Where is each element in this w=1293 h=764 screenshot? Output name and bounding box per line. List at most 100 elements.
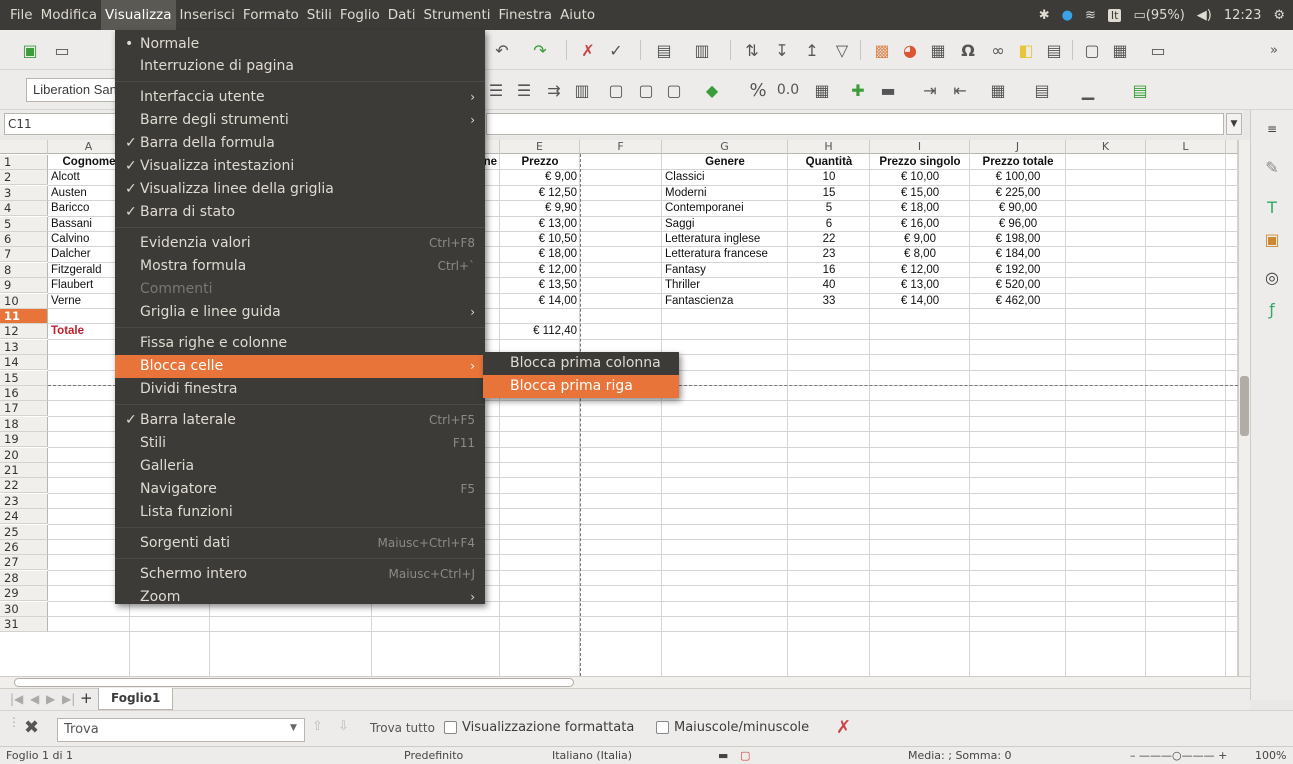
cell[interactable]: € 9,00 [503, 170, 577, 185]
select-all-corner[interactable] [0, 140, 48, 154]
redo-icon[interactable]: ↷ [528, 38, 552, 62]
cell[interactable]: € 90,00 [973, 201, 1063, 216]
horizontal-scrollbar[interactable] [0, 676, 1250, 688]
row-header[interactable]: 24 [0, 509, 48, 525]
find-replace-icon[interactable]: ✗ [836, 717, 851, 738]
cell[interactable]: € 225,00 [973, 186, 1063, 201]
percent-format-icon[interactable]: % [746, 78, 770, 102]
vertical-scrollbar[interactable] [1238, 140, 1250, 676]
sort-ascending-icon[interactable]: ↧ [770, 38, 794, 62]
gallery-icon[interactable]: ▣ [1261, 228, 1283, 250]
find-all-button[interactable]: Trova tutto [370, 721, 435, 735]
settings-gear-icon[interactable]: ⚙ [1273, 8, 1285, 23]
cell[interactable]: € 462,00 [973, 294, 1063, 309]
cell[interactable]: € 18,00 [873, 201, 967, 216]
row-header[interactable]: 13 [0, 339, 48, 355]
cell[interactable]: Letteratura inglese [665, 232, 785, 247]
column-header[interactable]: I [870, 140, 970, 154]
cell[interactable]: € 520,00 [973, 278, 1063, 293]
cell[interactable]: Prezzo singolo [873, 155, 967, 170]
cell[interactable]: € 10,50 [503, 232, 577, 247]
cell[interactable]: € 10,00 [873, 170, 967, 185]
cell[interactable]: € 192,00 [973, 263, 1063, 278]
row-header[interactable]: 29 [0, 586, 48, 602]
column-header[interactable]: E [500, 140, 580, 154]
page-break-view-item[interactable]: Interruzione di pagina [115, 55, 485, 78]
cell[interactable]: € 100,00 [973, 170, 1063, 185]
menu-foglio[interactable]: Foglio [336, 0, 384, 30]
cell[interactable]: € 12,50 [503, 186, 577, 201]
functions-icon[interactable]: ƒ [1261, 298, 1283, 320]
comment-icon[interactable]: ◧ [1014, 38, 1038, 62]
cell[interactable]: 10 [791, 170, 867, 185]
formatted-display-checkbox[interactable]: Visualizzazione formattata [444, 720, 634, 735]
keyboard-lang-badge[interactable]: It [1107, 8, 1122, 22]
freeze-first-row-item[interactable]: Blocca prima riga [483, 375, 679, 398]
wrap-text-icon[interactable]: ⇉ [542, 78, 566, 102]
menu-inserisci[interactable]: Inserisci [176, 0, 239, 30]
clear-formatting-icon[interactable]: ✗ [576, 38, 600, 62]
menu-file[interactable]: File [6, 0, 37, 30]
menu-stili[interactable]: Stili [303, 0, 336, 30]
align-right-icon[interactable]: ☰ [512, 78, 536, 102]
navigator-item[interactable]: Navigatore F5 [115, 478, 485, 501]
undo-icon[interactable]: ↶ [490, 38, 514, 62]
formula-bar-item[interactable]: ✓ Barra della formula [115, 132, 485, 155]
column-icon[interactable]: ▥ [690, 38, 714, 62]
cell[interactable]: € 13,00 [503, 217, 577, 232]
freeze-rows-columns-item[interactable]: Fissa righe e colonne [115, 332, 485, 355]
cell[interactable]: Fantasy [665, 263, 785, 278]
row-header[interactable]: 6 [0, 232, 48, 247]
column-header[interactable]: L [1146, 140, 1226, 154]
split-window-item[interactable]: Dividi finestra [115, 378, 485, 401]
toolbar-overflow-icon[interactable]: » [1262, 38, 1286, 62]
freeze-rows-columns-icon[interactable]: ▦ [1108, 38, 1132, 62]
horizontal-scroll-thumb[interactable] [14, 678, 574, 687]
row-header[interactable]: 16 [0, 386, 48, 401]
column-header[interactable]: K [1066, 140, 1146, 154]
row-header[interactable]: 22 [0, 478, 48, 494]
cell[interactable]: € 9,90 [503, 201, 577, 216]
last-sheet-icon[interactable]: ▶| [62, 692, 75, 706]
border-color-icon[interactable]: ▁ [1076, 78, 1100, 102]
open-folder-icon[interactable]: ▭ [50, 38, 74, 62]
view-headers-item[interactable]: ✓ Visualizza intestazioni [115, 155, 485, 178]
row-header[interactable]: 2 [0, 170, 48, 186]
currency-format-icon[interactable]: ◆ [700, 78, 724, 102]
cell[interactable]: 22 [791, 232, 867, 247]
menu-aiuto[interactable]: Aiuto [556, 0, 599, 30]
cell[interactable]: 5 [791, 201, 867, 216]
increase-indent-icon[interactable]: ⇥ [918, 78, 942, 102]
row-header[interactable]: 30 [0, 601, 48, 617]
add-decimal-icon[interactable]: ✚ [846, 78, 870, 102]
number-format-icon[interactable]: 0.0 [776, 78, 800, 102]
navigator-icon[interactable]: ◎ [1261, 266, 1283, 288]
close-findbar-icon[interactable]: ✖ [24, 717, 39, 738]
cell[interactable]: Prezzo totale [973, 155, 1063, 170]
row-header[interactable]: 11 [0, 309, 48, 324]
formatted-checkbox-box[interactable] [444, 721, 457, 734]
cell[interactable]: € 13,00 [873, 278, 967, 293]
cell[interactable]: € 13,50 [503, 278, 577, 293]
dropbox-icon[interactable]: ● [1062, 8, 1073, 23]
zoom-level[interactable]: 100% [1255, 747, 1286, 764]
name-box[interactable]: C11 [4, 113, 116, 135]
row-header[interactable]: 28 [0, 570, 48, 586]
sheet-tab-foglio1[interactable]: Foglio1 [98, 688, 174, 710]
value-highlighting-item[interactable]: Evidenzia valori Ctrl+F8 [115, 232, 485, 255]
show-formula-item[interactable]: Mostra formula Ctrl+` [115, 255, 485, 278]
column-header[interactable] [1226, 140, 1238, 154]
cell[interactable]: Letteratura francese [665, 247, 785, 262]
freeze-first-column-item[interactable]: Blocca prima colonna [483, 352, 679, 375]
page-style[interactable]: Predefinito [404, 747, 463, 764]
first-sheet-icon[interactable]: |◀ [10, 692, 23, 706]
row-header[interactable]: 9 [0, 278, 48, 294]
menu-strumenti[interactable]: Strumenti [419, 0, 494, 30]
split-window-icon[interactable]: ▭ [1146, 38, 1170, 62]
row-header[interactable]: 25 [0, 524, 48, 540]
row-header[interactable]: 23 [0, 493, 48, 509]
conditional-format-icon[interactable]: ▤ [1128, 78, 1152, 102]
delete-decimal-icon[interactable]: ▬ [876, 78, 900, 102]
cell[interactable]: Genere [665, 155, 785, 170]
row-header[interactable]: 21 [0, 463, 48, 478]
